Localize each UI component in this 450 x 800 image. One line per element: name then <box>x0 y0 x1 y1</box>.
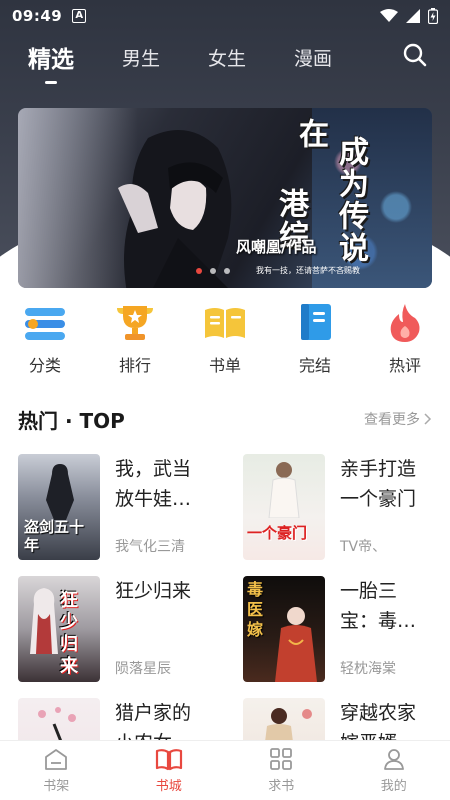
search-icon[interactable] <box>402 42 428 68</box>
section-header: 热门 · TOP 查看更多 <box>18 404 432 434</box>
flame-icon <box>390 304 420 342</box>
carousel-dot[interactable] <box>224 268 230 274</box>
category-classify[interactable]: 分类 <box>0 300 90 380</box>
book-author: 我气化三清 <box>115 539 185 555</box>
banner-title-line-1: 在 <box>293 118 328 150</box>
tab-label: 我的 <box>380 779 407 794</box>
category-finished[interactable]: 完结 <box>270 300 360 380</box>
book-item[interactable]: 盗剑五十年 我，武当放牛娃… 我气化三清 <box>18 454 218 562</box>
category-booklist[interactable]: 书单 <box>180 300 270 380</box>
tab-female[interactable]: 女生 <box>208 44 246 71</box>
tab-label: 书城 <box>155 779 182 794</box>
book-author: 陨落星辰 <box>115 661 171 677</box>
book-author: TV帝、 <box>340 539 387 555</box>
category-label: 书单 <box>208 356 241 375</box>
bookshelf-icon <box>45 749 68 770</box>
bookstore-icon <box>155 749 182 771</box>
book-cover: 盗剑五十年 <box>18 454 100 560</box>
banner-carousel[interactable]: 在 港综 成为传说 风嘲凰/作品 我有一技，还请菩萨不吝赐教 <box>18 108 432 288</box>
battery-icon <box>428 8 438 24</box>
notebook-icon <box>301 304 331 340</box>
carousel-dot[interactable] <box>196 268 202 274</box>
banner-title-line-3: 成为传说 <box>333 136 368 264</box>
chevron-right-icon <box>424 413 432 425</box>
book-cover: 一个豪门 <box>243 454 325 560</box>
category-label: 热评 <box>388 356 421 375</box>
status-time: 09:49 <box>12 7 63 25</box>
see-more-link[interactable]: 查看更多 <box>364 409 432 429</box>
tab-bookstore[interactable]: 书城 <box>113 741 226 800</box>
book-title: 亲手打造一个豪门 <box>340 458 417 510</box>
cover-title: 盗剑五十年 <box>24 518 85 554</box>
book-item[interactable]: 毒医嫁 一胎三宝：毒… 轻枕海棠 <box>243 576 443 684</box>
cover-figure <box>268 462 300 518</box>
section-title: 热门 · TOP <box>18 408 125 433</box>
see-more-label: 查看更多 <box>364 412 420 428</box>
book-title: 一胎三宝：毒… <box>340 580 417 632</box>
book-title: 狂少归来 <box>115 580 192 602</box>
tab-label: 求书 <box>268 779 295 794</box>
book-item[interactable]: 狂少归来 狂少归来 陨落星辰 <box>18 576 218 684</box>
cover-figure <box>46 464 74 520</box>
tab-bookshelf[interactable]: 书架 <box>0 741 113 800</box>
status-icons <box>380 8 438 24</box>
cover-title: 一个豪门 <box>247 524 308 542</box>
cover-figure <box>30 588 58 654</box>
book-author: 轻枕海棠 <box>340 661 396 677</box>
category-label: 分类 <box>28 356 61 375</box>
tab-comics[interactable]: 漫画 <box>294 44 332 71</box>
book-cover: 毒医嫁 <box>243 576 325 682</box>
carousel-dot[interactable] <box>210 268 216 274</box>
category-row: 分类 排行 书单 完结 热评 <box>0 300 450 380</box>
book-open-icon <box>205 308 245 338</box>
banner-author: 风嘲凰/作品 <box>236 238 317 256</box>
bottom-tab-bar: 书架 书城 求书 我的 <box>0 740 450 800</box>
category-label: 排行 <box>118 356 151 375</box>
cover-figure <box>38 707 76 744</box>
category-icon <box>25 308 65 340</box>
tab-featured[interactable]: 精选 <box>28 40 74 74</box>
tab-label: 书架 <box>43 779 70 794</box>
user-icon <box>383 749 404 770</box>
grid-icon <box>270 748 293 770</box>
status-bar: 09:49 A <box>0 0 450 32</box>
cover-figure <box>265 708 312 742</box>
notification-badge: A <box>72 9 87 23</box>
category-label: 完结 <box>298 356 331 375</box>
signal-icon <box>406 9 420 23</box>
banner-caption: 我有一技，还请菩萨不吝赐教 <box>256 266 360 275</box>
book-title: 我，武当放牛娃… <box>115 458 192 510</box>
category-ranking[interactable]: 排行 <box>90 300 180 380</box>
carousel-dots <box>196 268 230 274</box>
top-nav: 精选 男生 女生 漫画 <box>0 32 450 82</box>
book-cover: 狂少归来 <box>18 576 100 682</box>
wifi-icon <box>380 9 398 22</box>
book-item[interactable]: 一个豪门 亲手打造一个豪门 TV帝、 <box>243 454 443 562</box>
banner-character-illustration <box>118 130 232 288</box>
tab-male[interactable]: 男生 <box>122 44 160 71</box>
tab-me[interactable]: 我的 <box>338 741 450 800</box>
cover-title: 毒医嫁 <box>247 580 264 639</box>
category-hot-reviews[interactable]: 热评 <box>360 300 450 380</box>
trophy-icon <box>117 306 153 340</box>
cover-title: 狂少归来 <box>60 590 78 677</box>
cover-figure <box>275 607 317 682</box>
tab-request-book[interactable]: 求书 <box>225 741 338 800</box>
